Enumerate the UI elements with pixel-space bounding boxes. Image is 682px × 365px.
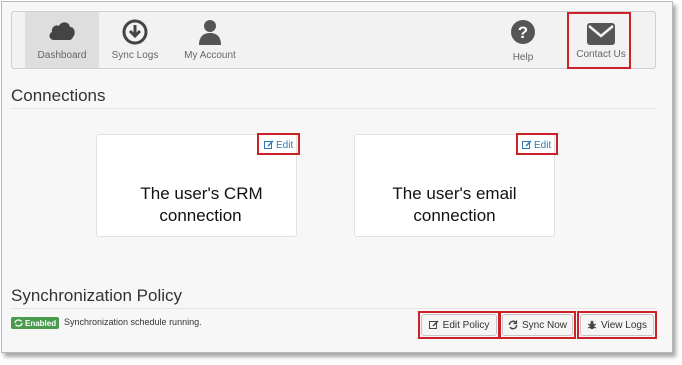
- contact-us-highlight: [567, 12, 631, 69]
- connections-divider: [11, 108, 656, 109]
- user-icon: [199, 20, 221, 45]
- nav-dashboard[interactable]: Dashboard: [25, 12, 99, 68]
- cloud-icon: [49, 22, 75, 40]
- status-badge: Enabled: [11, 317, 60, 329]
- edit-policy-highlight: [418, 311, 500, 339]
- svg-text:?: ?: [518, 23, 528, 42]
- download-circle-icon: [122, 19, 148, 45]
- top-navbar: Dashboard Sync Logs My Account ? Help Co…: [11, 11, 656, 69]
- nav-my-account[interactable]: My Account: [171, 12, 249, 68]
- nav-help[interactable]: ? Help: [498, 12, 548, 68]
- email-edit-highlight: [516, 133, 558, 155]
- sync-policy-title: Synchronization Policy: [11, 286, 183, 305]
- refresh-icon: [14, 319, 23, 327]
- email-connection-text: The user's email connection: [392, 184, 517, 225]
- nav-sync-logs-label: Sync Logs: [111, 50, 159, 61]
- sync-now-highlight: [499, 311, 576, 339]
- nav-my-account-label: My Account: [184, 50, 236, 61]
- crm-connection-text: The user's CRM connection: [140, 184, 263, 225]
- view-logs-highlight: [577, 311, 657, 339]
- nav-dashboard-label: Dashboard: [37, 50, 87, 61]
- sync-policy-divider: [11, 308, 656, 309]
- nav-sync-logs[interactable]: Sync Logs: [99, 12, 171, 68]
- sync-status-text: Synchronization schedule running.: [64, 317, 202, 327]
- crm-edit-highlight: [257, 133, 300, 155]
- question-circle-icon: ?: [511, 20, 535, 44]
- nav-help-label: Help: [512, 52, 534, 63]
- connections-title: Connections: [11, 86, 106, 105]
